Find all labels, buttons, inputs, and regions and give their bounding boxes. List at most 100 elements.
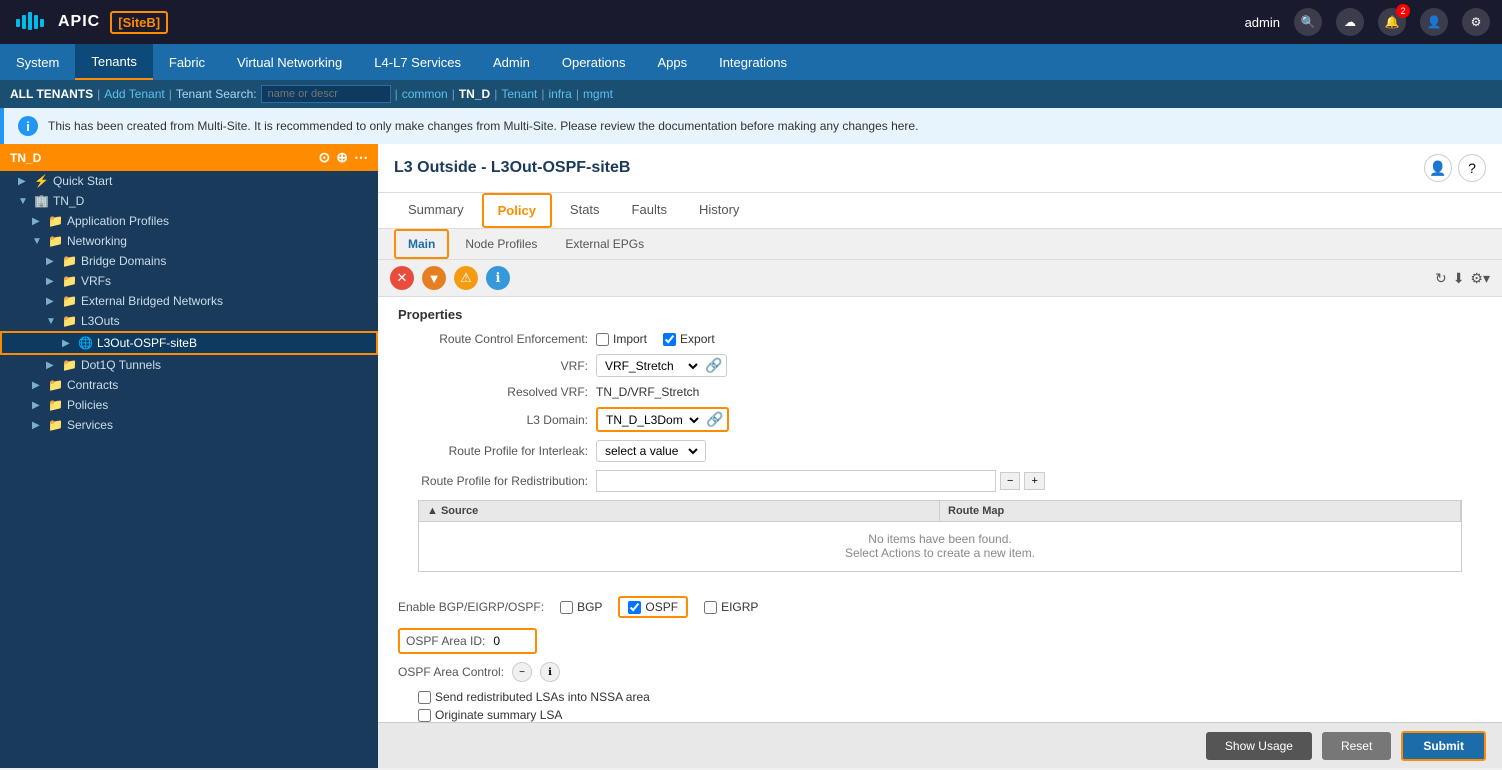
resolved-vrf-value: TN_D/VRF_Stretch xyxy=(596,385,699,399)
content-area: L3 Outside - L3Out-OSPF-siteB 👤 ? Summar… xyxy=(378,144,1502,768)
tree-vrfs[interactable]: ▶ 📁 VRFs xyxy=(0,271,378,291)
export-checkbox[interactable] xyxy=(663,333,676,346)
tree-services[interactable]: ▶ 📁 Services xyxy=(0,415,378,435)
notifications-icon[interactable]: 🔔 2 xyxy=(1378,8,1406,36)
mgmt-link[interactable]: mgmt xyxy=(583,87,613,101)
tab-stats[interactable]: Stats xyxy=(556,194,614,227)
subtab-main[interactable]: Main xyxy=(394,229,449,259)
originate-summary-checkbox[interactable] xyxy=(418,709,431,722)
import-checkbox[interactable] xyxy=(596,333,609,346)
nav-admin[interactable]: Admin xyxy=(477,44,546,80)
vrf-select-wrapper[interactable]: VRF_Stretch 🔗 xyxy=(596,354,727,377)
import-checkbox-label[interactable]: Import xyxy=(596,332,647,346)
originate-summary-label[interactable]: Originate summary LSA xyxy=(418,708,1482,722)
bgp-checkbox-label[interactable]: BGP xyxy=(560,600,602,614)
route-profile-redistribution-label: Route Profile for Redistribution: xyxy=(398,474,588,488)
route-profile-interleak-select[interactable]: select a value xyxy=(601,443,701,459)
tab-policy[interactable]: Policy xyxy=(482,193,552,228)
enable-protocols-label: Enable BGP/EIGRP/OSPF: xyxy=(398,600,544,614)
nav-l4l7[interactable]: L4-L7 Services xyxy=(358,44,477,80)
warning-action-icon[interactable]: ⚠ xyxy=(454,266,478,290)
tree-networking[interactable]: ▼ 📁 Networking xyxy=(0,231,378,251)
nav-fabric[interactable]: Fabric xyxy=(153,44,221,80)
site-badge[interactable]: [SiteB] xyxy=(110,11,168,34)
ospf-control-info-btn[interactable]: ℹ xyxy=(540,662,560,682)
add-tenant-link[interactable]: Add Tenant xyxy=(104,87,165,101)
all-tenants-link[interactable]: ALL TENANTS xyxy=(10,87,93,101)
route-profile-interleak-label: Route Profile for Interleak: xyxy=(398,444,588,458)
tab-faults[interactable]: Faults xyxy=(618,194,681,227)
tree-dot1q[interactable]: ▶ 📁 Dot1Q Tunnels xyxy=(0,355,378,375)
tree-l3out-ospf-siteb[interactable]: ▶ 🌐 L3Out-OSPF-siteB xyxy=(0,331,378,355)
sidebar-icon-3[interactable]: ⋯ xyxy=(354,149,368,166)
tree-l3outs[interactable]: ▼ 📁 L3Outs xyxy=(0,311,378,331)
tree-policies[interactable]: ▶ 📁 Policies xyxy=(0,395,378,415)
refresh-action-icon[interactable]: ↻ xyxy=(1435,270,1447,287)
l3domain-link-icon[interactable]: 🔗 xyxy=(706,411,723,428)
vrf-select[interactable]: VRF_Stretch xyxy=(601,358,701,374)
info-action-icon[interactable]: ℹ xyxy=(486,266,510,290)
tree-application-profiles[interactable]: ▶ 📁 Application Profiles xyxy=(0,211,378,231)
tree-external-bridged[interactable]: ▶ 📁 External Bridged Networks xyxy=(0,291,378,311)
tab-history[interactable]: History xyxy=(685,194,753,227)
tree-quick-start[interactable]: ▶ ⚡ Quick Start xyxy=(0,171,378,191)
person-icon-btn[interactable]: 👤 xyxy=(1424,154,1452,182)
nav-operations[interactable]: Operations xyxy=(546,44,642,80)
vrf-link-icon[interactable]: 🔗 xyxy=(705,357,722,374)
tree-bridge-domains[interactable]: ▶ 📁 Bridge Domains xyxy=(0,251,378,271)
common-link[interactable]: common xyxy=(402,87,448,101)
tree-tn-d[interactable]: ▼ 🏢 TN_D xyxy=(0,191,378,211)
eigrp-checkbox-label[interactable]: EIGRP xyxy=(704,600,758,614)
route-profile-redistribution-input[interactable] xyxy=(596,470,996,492)
send-redistributed-label[interactable]: Send redistributed LSAs into NSSA area xyxy=(418,690,1482,704)
route-profile-interleak-wrapper[interactable]: select a value xyxy=(596,440,706,462)
tenant-link[interactable]: Tenant xyxy=(501,87,537,101)
export-checkbox-label[interactable]: Export xyxy=(663,332,715,346)
sidebar-icon-1[interactable]: ⊙ xyxy=(319,149,331,166)
more-action-icon[interactable]: ⚙▾ xyxy=(1470,270,1490,287)
subtab-external-epgs[interactable]: External EPGs xyxy=(553,231,656,257)
submit-button[interactable]: Submit xyxy=(1401,731,1486,761)
ospf-checkbox[interactable] xyxy=(628,601,641,614)
show-usage-button[interactable]: Show Usage xyxy=(1206,732,1312,760)
ospf-checkbox-label[interactable]: OSPF xyxy=(628,600,678,614)
sidebar-icon-2[interactable]: ⊕ xyxy=(336,149,348,166)
tree-contracts[interactable]: ▶ 📁 Contracts xyxy=(0,375,378,395)
reset-button[interactable]: Reset xyxy=(1322,732,1391,760)
eigrp-checkbox[interactable] xyxy=(704,601,717,614)
nav-virtual-networking[interactable]: Virtual Networking xyxy=(221,44,358,80)
route-control-label: Route Control Enforcement: xyxy=(398,332,588,346)
l3domain-select[interactable]: TN_D_L3Dom xyxy=(602,412,702,428)
tab-summary[interactable]: Summary xyxy=(394,194,478,227)
delete-action-icon[interactable]: ✕ xyxy=(390,266,414,290)
ospf-checkboxes: Send redistributed LSAs into NSSA area O… xyxy=(418,690,1482,722)
info-banner: i This has been created from Multi-Site.… xyxy=(0,108,1502,144)
down-action-icon[interactable]: ▼ xyxy=(422,266,446,290)
download-action-icon[interactable]: ⬇ xyxy=(1453,270,1465,287)
infra-link[interactable]: infra xyxy=(548,87,571,101)
header-icons: admin 🔍 ☁ 🔔 2 👤 ⚙ xyxy=(1245,8,1490,36)
tn-d-link[interactable]: TN_D xyxy=(459,87,490,101)
tenant-search-input[interactable] xyxy=(261,85,391,103)
resolved-vrf-label: Resolved VRF: xyxy=(398,385,588,399)
ospf-area-id-input[interactable] xyxy=(489,632,529,650)
route-profile-redistribution-row: Route Profile for Redistribution: − + xyxy=(398,470,1482,492)
enable-protocols-row: Enable BGP/EIGRP/OSPF: BGP OSPF EIGRP xyxy=(398,596,1482,618)
route-redistribution-minus-btn[interactable]: − xyxy=(1000,472,1020,490)
search-icon[interactable]: 🔍 xyxy=(1294,8,1322,36)
settings-icon[interactable]: ⚙ xyxy=(1462,8,1490,36)
route-redistribution-plus-btn[interactable]: + xyxy=(1024,472,1044,490)
help-icon-btn[interactable]: ? xyxy=(1458,154,1486,182)
user-icon[interactable]: 👤 xyxy=(1420,8,1448,36)
nav-integrations[interactable]: Integrations xyxy=(703,44,803,80)
nav-tenants[interactable]: Tenants xyxy=(75,44,153,80)
cloud-icon[interactable]: ☁ xyxy=(1336,8,1364,36)
l3domain-wrapper[interactable]: TN_D_L3Dom 🔗 xyxy=(596,407,729,432)
nav-apps[interactable]: Apps xyxy=(641,44,703,80)
bgp-checkbox[interactable] xyxy=(560,601,573,614)
ospf-control-minus-btn[interactable]: − xyxy=(512,662,532,682)
redistribution-table: ▲ Source Route Map No items have been fo… xyxy=(418,500,1462,572)
subtab-node-profiles[interactable]: Node Profiles xyxy=(453,231,549,257)
nav-system[interactable]: System xyxy=(0,44,75,80)
send-redistributed-checkbox[interactable] xyxy=(418,691,431,704)
